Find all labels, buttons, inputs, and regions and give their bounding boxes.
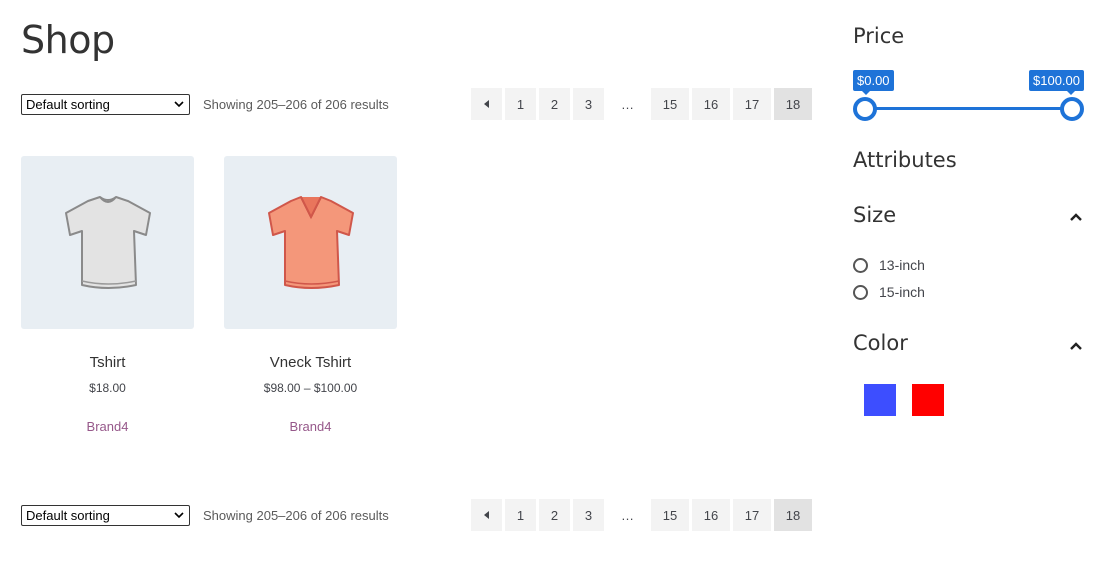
pagination-ellipsis: … xyxy=(621,96,634,112)
price-slider-max-handle[interactable] xyxy=(1060,97,1084,121)
price-max-label: $100.00 xyxy=(1029,70,1084,95)
color-swatch-red[interactable] xyxy=(912,384,944,416)
page-link[interactable]: 1 xyxy=(505,88,536,120)
product-price: $98.00 – $100.00 xyxy=(263,381,358,395)
product-image[interactable] xyxy=(224,156,397,329)
pagination: 1 2 3 … 15 16 17 18 xyxy=(471,88,812,120)
sorting-select[interactable]: Default sorting xyxy=(21,94,190,115)
product-name[interactable]: Vneck Tshirt xyxy=(224,354,397,371)
page-link[interactable]: 17 xyxy=(733,88,771,120)
product-card: Tshirt $18.00 Brand4 xyxy=(21,156,194,434)
sorting-select-value: Default sorting xyxy=(26,508,110,523)
radio-button[interactable] xyxy=(853,284,868,300)
prev-page-button[interactable] xyxy=(471,88,502,120)
page-link[interactable]: 15 xyxy=(651,88,689,120)
chevron-down-icon xyxy=(174,512,184,519)
product-card: Vneck Tshirt $98.00 – $100.00 Brand4 xyxy=(224,156,397,434)
pagination-ellipsis: … xyxy=(621,507,634,523)
price-slider-track[interactable] xyxy=(865,107,1072,110)
price-slider-min-handle[interactable] xyxy=(853,97,877,121)
price-filter-title: Price xyxy=(853,24,905,48)
attributes-title: Attributes xyxy=(853,148,957,172)
page-link[interactable]: 3 xyxy=(573,88,604,120)
current-page: 18 xyxy=(774,499,812,531)
current-page: 18 xyxy=(774,88,812,120)
size-option-13-inch[interactable]: 13-inch xyxy=(853,257,925,273)
caret-left-icon xyxy=(484,511,489,519)
pink-vneck-tshirt-icon xyxy=(267,195,354,289)
page-link[interactable]: 16 xyxy=(692,88,730,120)
pagination: 1 2 3 … 15 16 17 18 xyxy=(471,499,812,531)
sorting-select-value: Default sorting xyxy=(26,97,110,112)
size-option-15-inch[interactable]: 15-inch xyxy=(853,284,925,300)
page-link[interactable]: 16 xyxy=(692,499,730,531)
product-brand-link[interactable]: Brand4 xyxy=(224,419,397,434)
caret-left-icon xyxy=(484,100,489,108)
product-image[interactable] xyxy=(21,156,194,329)
chevron-down-icon xyxy=(174,101,184,108)
size-option-label: 13-inch xyxy=(879,257,925,273)
result-count: Showing 205–206 of 206 results xyxy=(203,508,389,523)
product-brand-link[interactable]: Brand4 xyxy=(21,419,194,434)
size-option-label: 15-inch xyxy=(879,284,925,300)
page-title: Shop xyxy=(21,18,115,62)
chevron-up-icon[interactable] xyxy=(1069,212,1083,222)
color-filter-title[interactable]: Color xyxy=(853,331,908,355)
radio-button[interactable] xyxy=(853,257,868,273)
page-link[interactable]: 17 xyxy=(733,499,771,531)
page-link[interactable]: 15 xyxy=(651,499,689,531)
page-link[interactable]: 1 xyxy=(505,499,536,531)
chevron-up-icon[interactable] xyxy=(1069,341,1083,351)
shop-toolbar-top: Default sorting Showing 205–206 of 206 r… xyxy=(21,88,812,120)
page-link[interactable]: 2 xyxy=(539,499,570,531)
price-min-label: $0.00 xyxy=(853,70,894,95)
shop-toolbar-bottom: Default sorting Showing 205–206 of 206 r… xyxy=(21,499,812,531)
size-filter-title[interactable]: Size xyxy=(853,203,896,227)
product-price: $18.00 xyxy=(89,381,126,395)
page-link[interactable]: 2 xyxy=(539,88,570,120)
page-link[interactable]: 3 xyxy=(573,499,604,531)
prev-page-button[interactable] xyxy=(471,499,502,531)
sorting-select[interactable]: Default sorting xyxy=(21,505,190,526)
product-name[interactable]: Tshirt xyxy=(21,354,194,371)
result-count: Showing 205–206 of 206 results xyxy=(203,97,389,112)
white-tshirt-icon xyxy=(64,195,151,289)
color-swatch-blue[interactable] xyxy=(864,384,896,416)
